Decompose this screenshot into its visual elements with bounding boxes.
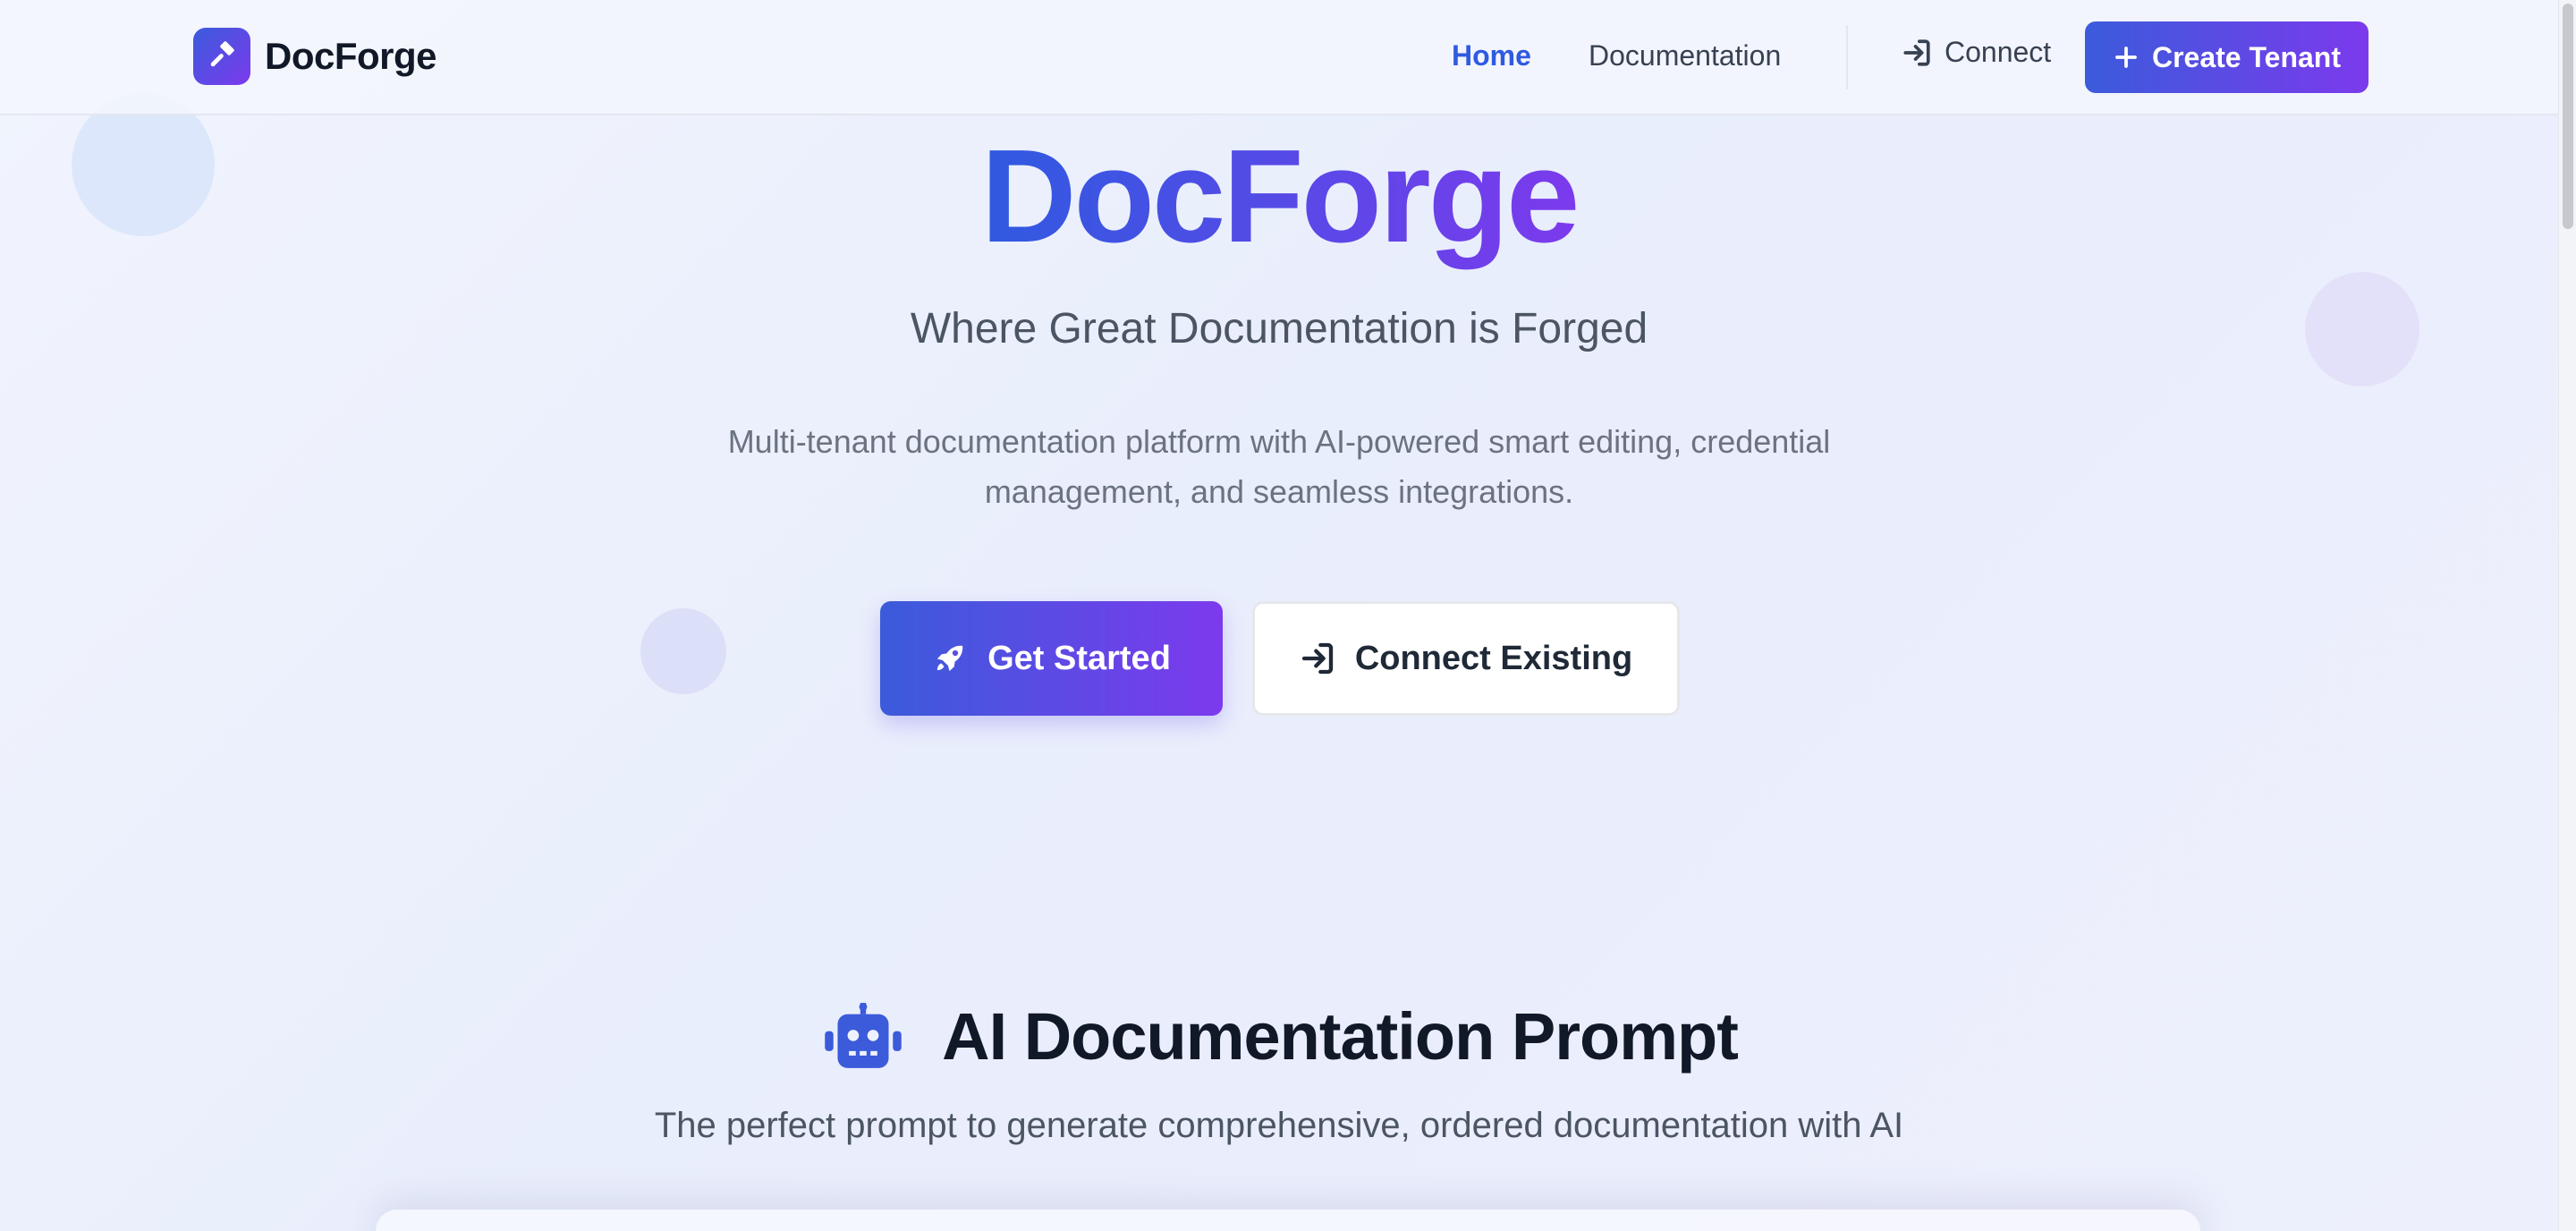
ai-section-subtitle: The perfect prompt to generate comprehen… (654, 1106, 1904, 1145)
nav-link-documentation[interactable]: Documentation (1589, 39, 1781, 72)
sign-in-icon (1903, 38, 1930, 66)
sign-in-icon (1301, 642, 1333, 675)
create-tenant-button[interactable]: Create Tenant (2085, 21, 2368, 93)
hero-title: DocForge (0, 125, 2558, 268)
robot-icon (825, 1002, 902, 1068)
ai-section-title: AI Documentation Prompt (942, 999, 1739, 1074)
hero-tagline: Where Great Documentation is Forged (910, 305, 1648, 352)
prompt-card (376, 1210, 2200, 1231)
nav-divider (1846, 25, 1848, 89)
get-started-button[interactable]: Get Started (880, 601, 1223, 716)
top-navbar: DocForge Home Documentation Connect Crea… (0, 0, 2558, 115)
hero-description: Multi-tenant documentation platform with… (727, 423, 1831, 510)
nav-link-home[interactable]: Home (1452, 39, 1531, 72)
brand-name: DocForge (265, 35, 437, 77)
rocket-icon (936, 645, 963, 672)
landing-page: DocForge Home Documentation Connect Crea… (0, 0, 2576, 1231)
ai-section-header: AI Documentation Prompt (0, 998, 2558, 1074)
hero-title-text: DocForge (980, 123, 1580, 270)
page-scrollbar[interactable] (2558, 0, 2576, 1231)
decorative-circle (640, 608, 726, 694)
connect-existing-button[interactable]: Connect Existing (1252, 601, 1680, 716)
plus-icon (2115, 47, 2137, 68)
connect-label: Connect (1945, 36, 2052, 68)
hammer-icon (193, 28, 250, 85)
connect-link[interactable]: Connect (1902, 36, 2051, 69)
scrollbar-thumb[interactable] (2563, 4, 2573, 229)
create-tenant-label: Create Tenant (2151, 40, 2341, 73)
get-started-label: Get Started (987, 639, 1171, 677)
connect-existing-label: Connect Existing (1354, 639, 1633, 677)
brand-link[interactable]: DocForge (193, 28, 437, 85)
